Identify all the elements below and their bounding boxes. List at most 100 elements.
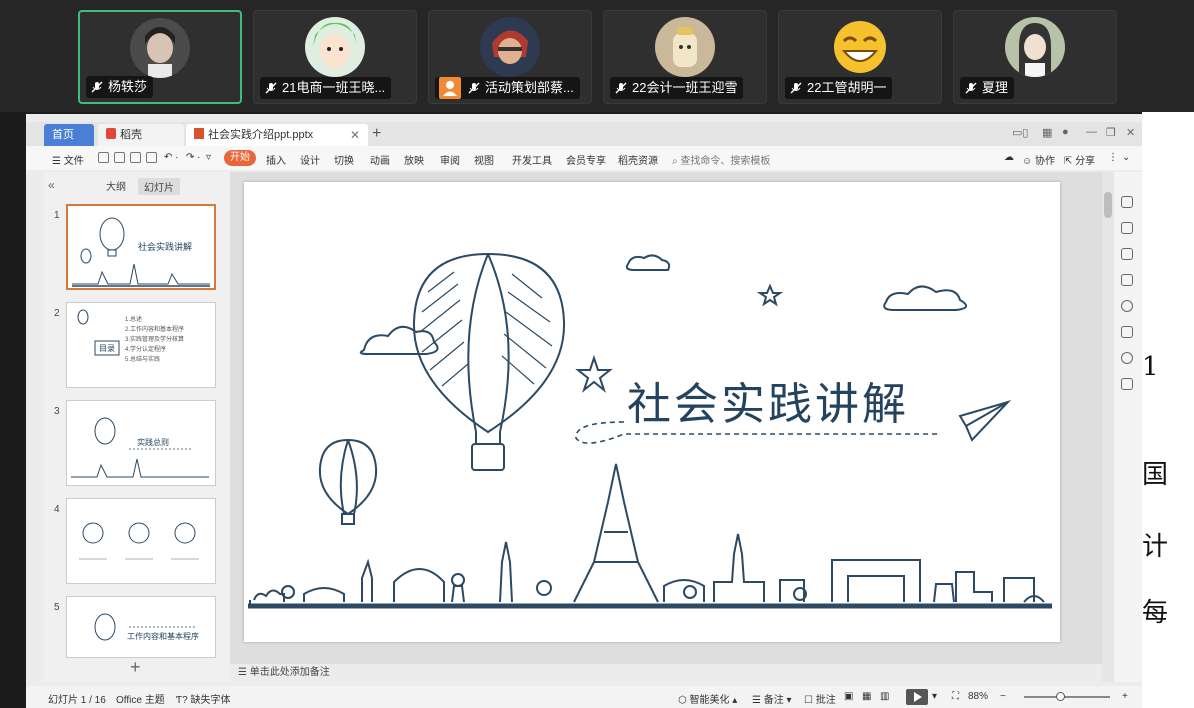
participant-strip: 杨轶莎 21电商一班王晓... 活动策划部蔡... 22会计一班王迎雪 22工管… [0,0,1194,112]
zoom-out-button[interactable]: − [1000,691,1006,702]
tab-outline[interactable]: 大纲 [106,178,126,193]
scrollbar-thumb[interactable] [1104,192,1112,218]
more-quickaccess-icon[interactable]: ▿ [206,152,211,163]
vertical-scrollbar[interactable] [1102,172,1114,682]
ribbon-tab-review[interactable]: 审阅 [440,152,460,167]
tab-document[interactable]: 社会实践介绍ppt.pptx ✕ [186,124,368,146]
more-options-icon[interactable]: ⋮ [1108,152,1118,163]
adjust-icon[interactable] [1121,222,1133,234]
edge-text: 国 [1142,460,1169,490]
ribbon-tab-member[interactable]: 会员专享 [566,152,606,167]
search-icon: ⌕ [672,156,678,167]
help-icon[interactable] [1121,300,1133,312]
avatar [480,17,540,77]
smart-beautify-button[interactable]: ⬡ 智能美化 ▴ [678,691,737,706]
notes-bar[interactable]: ☰ 单击此处添加备注 [230,664,1102,682]
cloud-icon[interactable]: ☁ [1004,152,1014,163]
thumb-number: 2 [54,308,60,319]
zoom-in-button[interactable]: + [1122,691,1128,702]
close-tab-icon[interactable]: ✕ [350,124,360,146]
theme-name: Office 主题 [116,695,165,706]
ribbon-tab-transition[interactable]: 切换 [334,152,354,167]
collab-button[interactable]: ☺ 协作 [1022,152,1055,167]
minimize-icon[interactable]: — [1086,126,1097,138]
participant-tile[interactable]: 夏理 [953,10,1117,104]
slide-thumbnail[interactable]: 工作内容和基本程序 [66,596,216,658]
ribbon-tab-daoke-resources[interactable]: 稻壳资源 [618,152,658,167]
collapse-pane-icon[interactable]: « [48,178,55,192]
notes-icon: ☰ [238,667,247,678]
tab-home[interactable]: 首页 [44,124,94,146]
share-button[interactable]: ⇱ 分享 [1064,152,1095,167]
zoom-slider[interactable] [1024,696,1110,698]
preview-icon[interactable] [146,152,157,163]
thumb-number: 3 [54,406,60,417]
book-icon[interactable] [1121,378,1133,390]
restore-icon[interactable]: ❐ [1106,126,1116,139]
close-window-icon[interactable]: ✕ [1126,126,1135,139]
ribbon: ☰ 文件 ↶ · ↷ · ▿ 开始 插入 设计 切换 动画 放映 审阅 视图 开… [26,146,1142,170]
save-icon[interactable] [98,152,109,163]
slide-thumbnail[interactable]: 目录 1.总述 2.工作内容和基本程序 3.实践管理及学分核算 4.学分认定程序… [66,302,216,388]
participant-tile[interactable]: 活动策划部蔡... [428,10,592,104]
ribbon-tab-insert[interactable]: 插入 [266,152,286,167]
avatar [830,17,890,77]
participant-tile[interactable]: 22工管胡明一 [778,10,942,104]
ribbon-tab-view[interactable]: 视图 [474,152,494,167]
slide-title[interactable]: 社会实践讲解 [627,368,909,432]
collapse-ribbon-icon[interactable]: ⌄ [1122,152,1130,163]
tab-slides[interactable]: 幻灯片 [138,178,180,195]
account-icon[interactable]: ● [1062,126,1069,138]
command-search[interactable]: ⌕ 查找命令、搜索模板 [672,152,770,167]
tab-daoke[interactable]: 稻壳 [98,124,184,146]
grid-icon[interactable]: ▦ [1042,126,1052,139]
participant-tile[interactable]: 22会计一班王迎雪 [603,10,767,104]
play-slideshow-button[interactable] [906,689,928,705]
mic-muted-icon [265,82,277,94]
zoom-level[interactable]: 88% [968,691,988,702]
edge-text: 每 [1142,598,1169,628]
location-icon[interactable] [1121,352,1133,364]
image-icon[interactable] [1121,326,1133,338]
ppt-file-icon [194,128,204,139]
copy-icon[interactable] [1121,274,1133,286]
notes-toggle-button[interactable]: ☰ 备注 ▾ [752,691,792,706]
missing-fonts-button[interactable]: Ƭ? 缺失字体 [176,691,230,706]
thumb-title: 目录 [99,344,115,353]
current-slide[interactable]: 社会实践讲解 [244,182,1060,642]
wps-window: 首页 稻壳 社会实践介绍ppt.pptx ✕ + ▭▯ ▦ ● — ❐ ✕ ☰ … [26,114,1142,708]
comments-button[interactable]: ☐ 批注 [804,691,836,706]
avatar [130,18,190,78]
file-menu[interactable]: ☰ 文件 [52,152,84,167]
ribbon-tab-slideshow[interactable]: 放映 [404,152,424,167]
zoom-slider-knob[interactable] [1056,692,1065,701]
sorter-view-icon[interactable]: ▦ [862,691,871,702]
participant-tile[interactable]: 杨轶莎 [78,10,242,104]
slide-thumbnail[interactable]: 实践总则 [66,400,216,486]
participant-name: 22工管胡明一 [785,77,893,99]
ribbon-tab-animation[interactable]: 动画 [370,152,390,167]
ribbon-tab-developer[interactable]: 开发工具 [512,152,552,167]
participant-name: 21电商一班王晓... [260,77,392,99]
star-icon[interactable] [1121,248,1133,260]
more-play-icon[interactable]: ▾ [932,691,937,702]
new-tab-button[interactable]: + [372,122,381,146]
avatar [305,17,365,77]
ribbon-tab-start[interactable]: 开始 [224,150,256,166]
slide-thumbnail[interactable] [66,498,216,584]
slide-thumbnail[interactable]: 社会实践讲解 [66,204,216,290]
participant-name: 夏理 [960,77,1015,99]
participant-tile[interactable]: 21电商一班王晓... [253,10,417,104]
redo-icon[interactable]: ↷ · [186,152,201,163]
print-icon[interactable] [130,152,141,163]
normal-view-icon[interactable]: ▣ [844,691,853,702]
rocket-icon[interactable] [1121,196,1133,208]
undo-icon[interactable]: ↶ · [164,152,179,163]
add-slide-button[interactable]: + [130,657,141,678]
thumb-illustration [94,613,197,641]
ribbon-tab-design[interactable]: 设计 [300,152,320,167]
export-icon[interactable] [114,152,125,163]
fit-window-icon[interactable]: ⛶ [952,691,959,702]
reading-view-icon[interactable]: ▥ [880,691,889,702]
layout-icon[interactable]: ▭▯ [1012,126,1028,139]
